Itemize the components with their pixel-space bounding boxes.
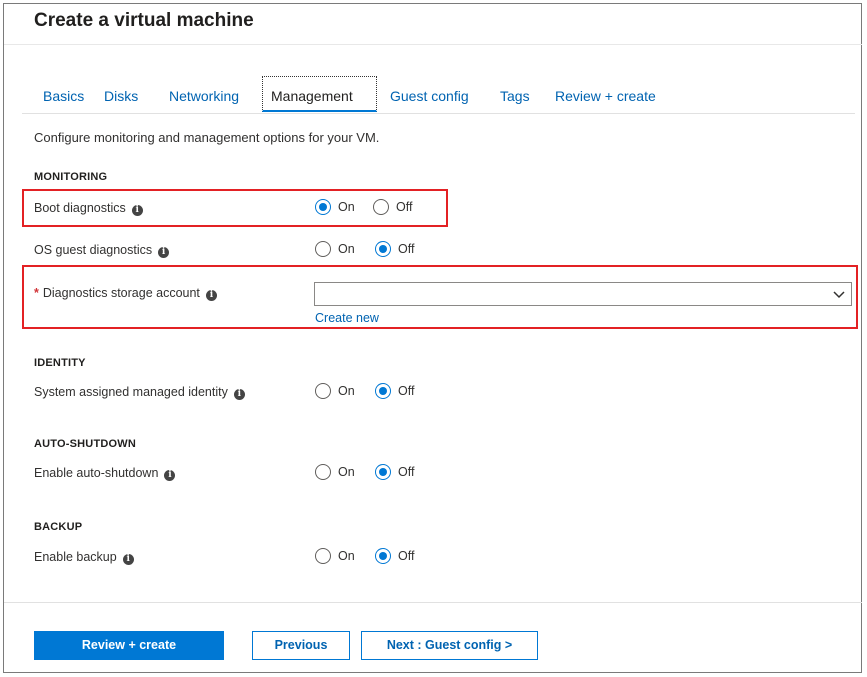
title-divider bbox=[4, 44, 862, 45]
tab-networking[interactable]: Networking bbox=[169, 76, 239, 112]
backup-label: Enable backup i bbox=[34, 550, 134, 565]
radio-selected-icon bbox=[315, 199, 331, 215]
next-button[interactable]: Next : Guest config > bbox=[361, 631, 538, 660]
boot-diagnostics-text: Boot diagnostics bbox=[34, 201, 126, 215]
os-guest-diagnostics-on-radio[interactable]: On bbox=[315, 241, 355, 257]
backup-text: Enable backup bbox=[34, 550, 117, 564]
info-icon[interactable]: i bbox=[122, 554, 134, 565]
tab-basics[interactable]: Basics bbox=[43, 76, 84, 112]
tab-review-create[interactable]: Review + create bbox=[555, 76, 656, 112]
radio-unselected-icon bbox=[373, 199, 389, 215]
system-identity-text: System assigned managed identity bbox=[34, 385, 228, 399]
radio-unselected-icon bbox=[315, 241, 331, 257]
system-identity-label: System assigned managed identity i bbox=[34, 385, 245, 400]
section-backup: BACKUP bbox=[34, 521, 83, 533]
auto-shutdown-off-radio[interactable]: Off bbox=[375, 464, 414, 480]
tab-tags[interactable]: Tags bbox=[500, 76, 530, 112]
os-guest-diagnostics-text: OS guest diagnostics bbox=[34, 243, 153, 257]
boot-diagnostics-on-radio[interactable]: On bbox=[315, 199, 355, 215]
section-monitoring: MONITORING bbox=[34, 171, 108, 183]
diagnostics-storage-text: Diagnostics storage account bbox=[42, 286, 200, 300]
tab-disks[interactable]: Disks bbox=[104, 76, 138, 112]
radio-selected-icon bbox=[375, 548, 391, 564]
page-title: Create a virtual machine bbox=[34, 10, 254, 31]
chevron-down-icon bbox=[833, 291, 845, 299]
system-identity-off-radio[interactable]: Off bbox=[375, 383, 414, 399]
create-new-link[interactable]: Create new bbox=[315, 311, 379, 325]
review-create-button[interactable]: Review + create bbox=[34, 631, 224, 660]
radio-on-label: On bbox=[338, 465, 355, 479]
tab-management[interactable]: Management bbox=[262, 76, 377, 112]
radio-on-label: On bbox=[338, 200, 355, 214]
radio-on-label: On bbox=[338, 549, 355, 563]
backup-on-radio[interactable]: On bbox=[315, 548, 355, 564]
diagnostics-storage-dropdown[interactable] bbox=[314, 282, 852, 306]
radio-unselected-icon bbox=[315, 548, 331, 564]
system-identity-on-radio[interactable]: On bbox=[315, 383, 355, 399]
section-identity: IDENTITY bbox=[34, 357, 86, 369]
os-guest-diagnostics-label: OS guest diagnostics i bbox=[34, 243, 170, 258]
radio-off-label: Off bbox=[398, 242, 415, 256]
auto-shutdown-on-radio[interactable]: On bbox=[315, 464, 355, 480]
tabs-divider bbox=[22, 113, 855, 114]
info-icon[interactable]: i bbox=[158, 247, 170, 258]
page-description: Configure monitoring and management opti… bbox=[34, 130, 380, 145]
boot-diagnostics-off-radio[interactable]: Off bbox=[373, 199, 412, 215]
footer-divider bbox=[4, 602, 862, 603]
radio-unselected-icon bbox=[315, 383, 331, 399]
info-icon[interactable]: i bbox=[233, 389, 245, 400]
auto-shutdown-label: Enable auto-shutdown i bbox=[34, 466, 176, 481]
radio-off-label: Off bbox=[398, 549, 415, 563]
diagnostics-storage-label: * Diagnostics storage account i bbox=[34, 286, 217, 301]
tab-guest-config[interactable]: Guest config bbox=[390, 76, 469, 112]
info-icon[interactable]: i bbox=[164, 470, 176, 481]
auto-shutdown-text: Enable auto-shutdown bbox=[34, 466, 159, 480]
required-marker: * bbox=[34, 286, 39, 300]
info-icon[interactable]: i bbox=[205, 290, 217, 301]
radio-on-label: On bbox=[338, 242, 355, 256]
radio-selected-icon bbox=[375, 241, 391, 257]
radio-off-label: Off bbox=[398, 384, 415, 398]
radio-selected-icon bbox=[375, 383, 391, 399]
section-auto-shutdown: AUTO-SHUTDOWN bbox=[34, 438, 136, 450]
radio-on-label: On bbox=[338, 384, 355, 398]
radio-selected-icon bbox=[375, 464, 391, 480]
radio-off-label: Off bbox=[396, 200, 413, 214]
os-guest-diagnostics-off-radio[interactable]: Off bbox=[375, 241, 414, 257]
radio-off-label: Off bbox=[398, 465, 415, 479]
backup-off-radio[interactable]: Off bbox=[375, 548, 414, 564]
info-icon[interactable]: i bbox=[131, 205, 143, 216]
previous-button[interactable]: Previous bbox=[252, 631, 350, 660]
radio-unselected-icon bbox=[315, 464, 331, 480]
boot-diagnostics-label: Boot diagnostics i bbox=[34, 201, 143, 216]
